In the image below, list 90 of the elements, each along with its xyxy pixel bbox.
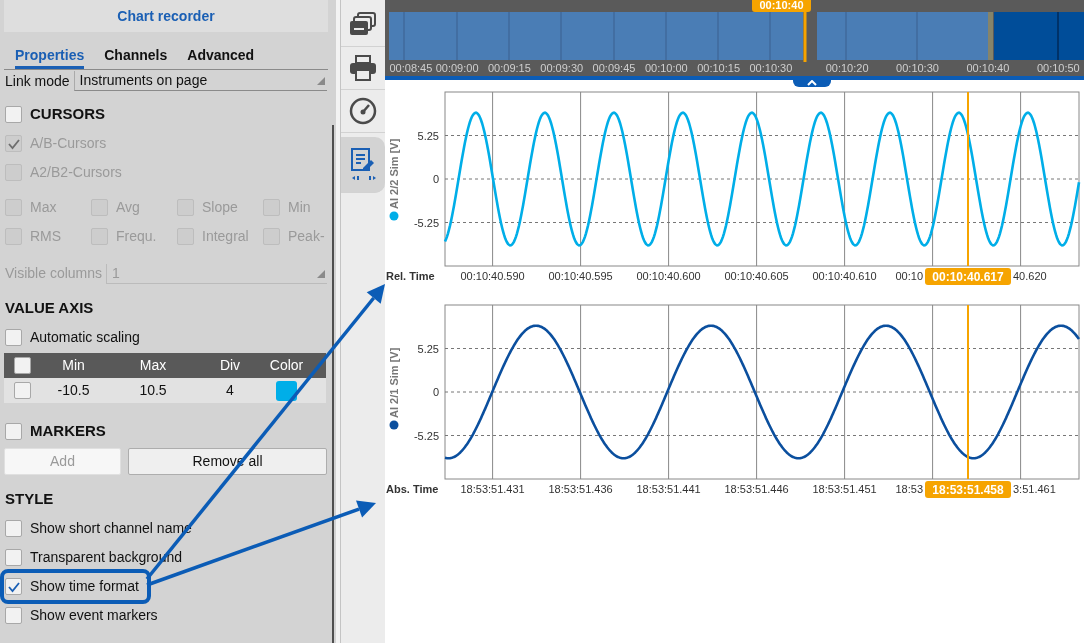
tab[interactable]: Properties (15, 47, 85, 69)
column-header: Color (268, 356, 305, 375)
time-label: 00:10:20 (825, 62, 869, 74)
column-header: Div (218, 356, 242, 375)
checkbox[interactable] (5, 520, 22, 537)
axis-label: 00:10:40.605 (724, 270, 789, 282)
axis-label: -5.25 (413, 429, 439, 442)
time-label: 00:08:45 (389, 62, 433, 74)
axis-title: Abs. Time (386, 483, 439, 495)
scrollbar[interactable] (332, 125, 334, 643)
toolbar-button[interactable] (341, 137, 385, 193)
checkbox-label: Min (288, 198, 311, 217)
cursor-label: 18:53:51.458 (925, 481, 1011, 498)
tab[interactable]: Advanced (187, 47, 255, 69)
time-label: 00:09:45 (592, 62, 636, 74)
checkbox-label: A/B-Cursors (30, 134, 107, 153)
axis-label: 18:53:51.431 (460, 483, 525, 495)
time-label: 00:09:00 (435, 62, 479, 74)
field-label: Visible columns (5, 264, 102, 283)
axis-label: 5.25 (417, 129, 439, 142)
time-label: 00:10:00 (644, 62, 688, 74)
time-label: 00:10:40 (966, 62, 1010, 74)
column-header: Max (138, 356, 168, 375)
axis-label: 18:53 (895, 483, 923, 495)
checkbox-label: Peak- (288, 227, 325, 246)
axis-label: 00:10:40.595 (548, 270, 613, 282)
axis-label: 18:53:51.441 (636, 483, 701, 495)
time-label: 00:10:15 (697, 62, 741, 74)
checkbox-label: Show time format (30, 577, 139, 596)
axis-label: 18:53:51.451 (812, 483, 877, 495)
range-handle (988, 12, 993, 60)
axis-label: -5.25 (413, 216, 439, 229)
column-header: Min (61, 356, 86, 375)
checkbox-label: Show event markers (30, 606, 158, 625)
printer-icon (349, 54, 377, 82)
checkbox[interactable] (5, 329, 22, 346)
time-label: 00:09:30 (540, 62, 584, 74)
position-label: 00:10:40 (752, 0, 811, 12)
axis-label: 0 (432, 173, 439, 185)
axis-label: 00:10 (895, 270, 923, 282)
checkbox-label: Frequ. (116, 227, 157, 246)
link-mode-select[interactable]: Instruments on page (73, 71, 327, 91)
checkbox[interactable] (13, 382, 31, 399)
axis-label: 40.620 (1013, 270, 1047, 282)
document-edit-icon (349, 147, 377, 182)
time-label: 00:10:30 (896, 62, 939, 74)
checkbox[interactable] (13, 357, 31, 374)
checkbox[interactable] (5, 549, 22, 566)
checkbox-label: Max (30, 198, 57, 217)
dropdown-arrow-icon (316, 268, 325, 278)
checkbox-label: A2/B2-Cursors (30, 163, 122, 182)
color-swatch[interactable] (276, 380, 297, 401)
collapse-button[interactable] (793, 78, 831, 87)
field-label: Link mode (5, 71, 70, 91)
section-heading: VALUE AXIS (5, 298, 94, 319)
table-cell-text: -10.5 (56, 381, 91, 400)
section-heading: CURSORS (30, 104, 105, 125)
axis-label: 00:10:40.600 (636, 270, 701, 282)
panel-title: Chart recorder (4, 0, 328, 32)
axis-label: 00:10:40.590 (460, 270, 525, 282)
channel-label: AI 2/1 Sim [V] (388, 347, 400, 418)
cursor-label: 00:10:40.617 (925, 268, 1011, 285)
checkbox-label: Avg (116, 198, 140, 217)
axis-label: 0 (432, 386, 439, 398)
checkbox-label: Automatic scaling (30, 328, 140, 347)
axis-label: 18:53:51.436 (548, 483, 613, 495)
axis-title: Rel. Time (386, 270, 435, 282)
time-label: 00:09:15 (488, 62, 531, 74)
axis-label: 00:10:40.610 (812, 270, 877, 282)
table-cell-text: 10.5 (138, 381, 168, 400)
tab[interactable]: Channels (104, 47, 168, 69)
checkbox-label: RMS (30, 227, 62, 246)
section-heading: MARKERS (30, 421, 106, 442)
time-label: 00:10:30 (749, 62, 793, 74)
channel-label: AI 2/2 Sim [V] (388, 138, 400, 209)
checkbox-label: Slope (202, 198, 238, 217)
checkbox[interactable] (5, 578, 22, 595)
checkbox[interactable] (5, 607, 22, 624)
dropdown-arrow-icon (316, 76, 325, 85)
axis-label: 3:51.461 (1013, 483, 1056, 495)
checkbox[interactable] (5, 106, 22, 123)
table-cell-text: 4 (225, 381, 235, 400)
axis-label: 5.25 (417, 342, 439, 355)
section-heading: STYLE (5, 489, 54, 510)
axis-label: 18:53:51.446 (724, 483, 789, 495)
checkbox[interactable] (5, 423, 22, 440)
gauge-icon (349, 97, 377, 125)
time-label: 00:10:50 (1036, 62, 1080, 74)
checkbox-label: Integral (202, 227, 249, 246)
chevron-up-icon (807, 79, 817, 86)
